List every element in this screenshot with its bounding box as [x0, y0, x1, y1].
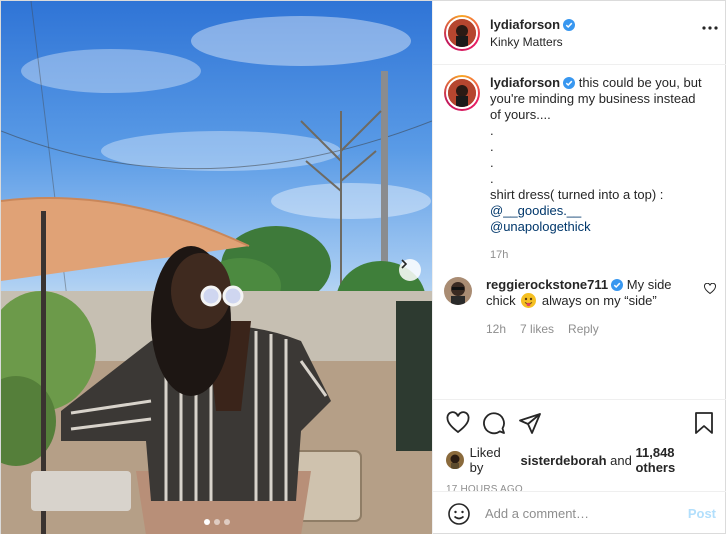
post-location[interactable]: Kinky Matters — [490, 35, 575, 49]
caption-dot: . — [490, 171, 494, 186]
author-avatar[interactable] — [444, 14, 480, 51]
comments-list[interactable]: lydiaforson this could be you, but you'r… — [433, 75, 726, 395]
likes-count[interactable]: 11,848 others — [635, 445, 716, 475]
carousel-next-button[interactable] — [399, 259, 421, 281]
comment-likes[interactable]: 7 likes — [520, 321, 554, 337]
caption-author-avatar[interactable] — [444, 75, 480, 111]
comment-time[interactable]: 12h — [486, 321, 506, 337]
add-comment-bar: Post — [433, 491, 726, 534]
comment-text: always on my “side” — [541, 293, 657, 308]
credit-mention-link[interactable]: @__goodies.__ — [490, 203, 710, 219]
likes-prefix: Liked by — [469, 445, 501, 475]
post-actions: Liked by sisterdeborah and 11,848 others… — [433, 399, 726, 495]
comment-reply-button[interactable]: Reply — [568, 321, 599, 337]
post-modal: lydiaforson Kinky Matters lydiaforson th… — [0, 0, 726, 534]
brand-mention-link[interactable]: @unapologethick — [490, 219, 710, 235]
face-with-tongue-emoji — [521, 293, 537, 308]
comment-item: reggierockstone711 My side chick always … — [444, 277, 716, 337]
verified-badge-icon — [563, 77, 576, 89]
caption-text: this could be you, but — [578, 75, 702, 90]
verified-badge-icon — [563, 18, 576, 31]
caption-text: of yours.... — [490, 107, 551, 122]
comment-text: My side — [626, 277, 672, 292]
comment-like-heart-icon[interactable] — [704, 283, 716, 295]
caption-credit: shirt dress( turned into a top) : — [490, 187, 664, 202]
action-icon-row — [446, 410, 716, 436]
liker-username[interactable]: sisterdeborah — [521, 453, 607, 468]
comment-meta: 12h 7 likes Reply — [486, 321, 686, 337]
chevron-right-icon — [401, 259, 408, 269]
post-caption: lydiaforson this could be you, but you'r… — [444, 75, 716, 263]
author-username[interactable]: lydiaforson — [490, 17, 560, 32]
carousel-dot[interactable] — [213, 519, 220, 525]
comment-input[interactable] — [485, 506, 675, 521]
bookmark-icon[interactable] — [692, 411, 716, 435]
commenter-username[interactable]: reggierockstone711 — [486, 277, 608, 292]
share-icon[interactable] — [518, 411, 542, 435]
verified-badge-icon — [611, 279, 624, 291]
photo-illustration — [1, 1, 432, 534]
caption-text: you're minding my business instead — [490, 91, 696, 106]
carousel-dot[interactable] — [223, 519, 230, 525]
more-horizontal-icon[interactable] — [702, 26, 718, 30]
caption-avatar-image — [448, 79, 476, 107]
liker-avatar-image — [446, 451, 464, 469]
likes-summary: Liked by sisterdeborah and 11,848 others — [446, 445, 716, 475]
liker-avatar[interactable] — [446, 451, 464, 469]
author-avatar-image — [448, 18, 476, 47]
post-photo[interactable] — [1, 1, 432, 534]
carousel-indicator — [1, 519, 432, 525]
emoji-icon[interactable] — [447, 502, 471, 526]
caption-username[interactable]: lydiaforson — [490, 75, 560, 90]
post-header: lydiaforson Kinky Matters — [433, 1, 726, 65]
caption-dot: . — [490, 139, 494, 154]
likes-and: and — [610, 452, 632, 468]
caption-dot: . — [490, 123, 494, 138]
comment-text: chick — [486, 293, 516, 308]
commenter-avatar-image — [444, 277, 472, 305]
carousel-dot[interactable] — [203, 519, 210, 525]
commenter-avatar[interactable] — [444, 277, 472, 305]
comment-icon[interactable] — [482, 411, 506, 435]
heart-icon[interactable] — [446, 411, 470, 435]
caption-dot: . — [490, 155, 494, 170]
post-side-panel: lydiaforson Kinky Matters lydiaforson th… — [432, 1, 726, 534]
post-comment-button[interactable]: Post — [688, 506, 716, 521]
caption-time[interactable]: 17h — [490, 247, 710, 263]
